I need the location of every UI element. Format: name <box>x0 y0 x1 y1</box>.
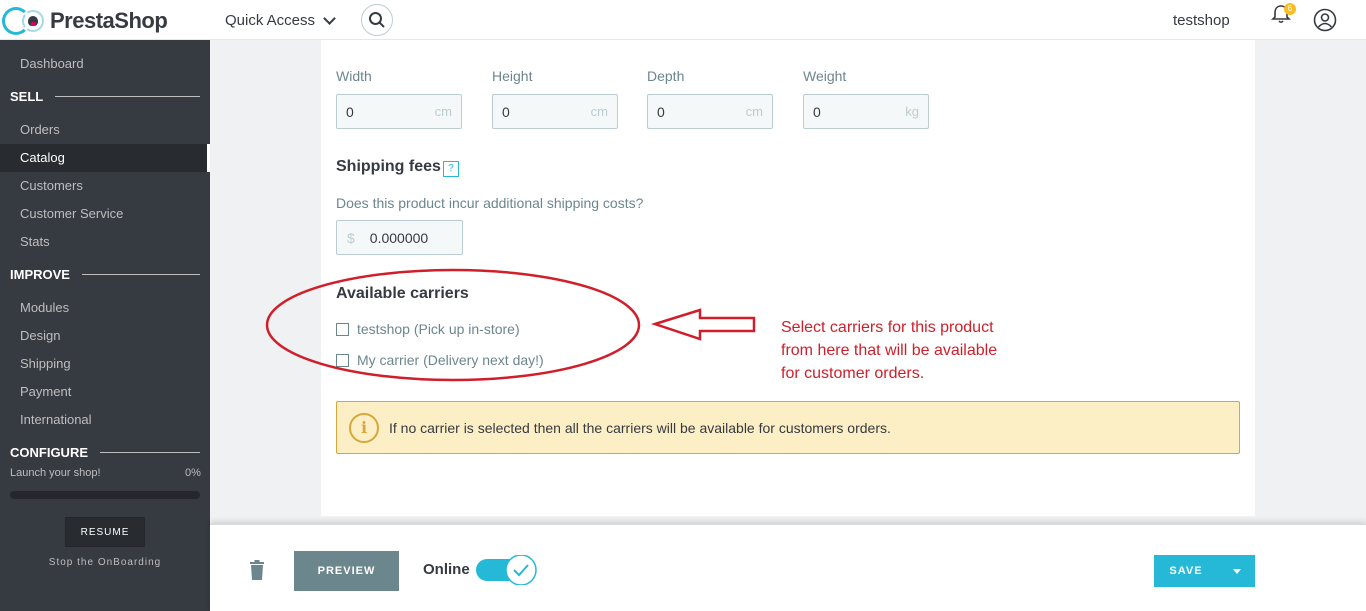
carrier-checkbox[interactable] <box>336 353 349 367</box>
currency-symbol: $ <box>347 229 355 246</box>
weight-input[interactable]: 0 kg <box>803 94 929 129</box>
sidebar-item-customers[interactable]: Customers <box>0 172 210 200</box>
section-label: CONFIGURE <box>10 445 88 460</box>
sidebar-item-design[interactable]: Design <box>0 322 210 350</box>
annotation-line: from here that will be available <box>781 342 998 359</box>
height-unit: cm <box>590 104 608 119</box>
prestashop-logo[interactable]: PrestaShop <box>0 6 168 36</box>
onboarding-progress-text: 0% <box>185 467 201 479</box>
preview-button[interactable]: PREVIEW <box>294 551 399 591</box>
sidebar-item-international[interactable]: International <box>0 406 210 434</box>
quick-access-dropdown[interactable]: Quick Access <box>225 11 336 29</box>
onboarding-progress-bar <box>10 491 200 499</box>
weight-label: Weight <box>803 68 847 84</box>
logo-ring-icon <box>2 7 30 35</box>
sidebar-section-improve: IMPROVE <box>10 267 200 282</box>
section-divider <box>55 96 200 97</box>
help-icon[interactable]: ? <box>443 161 459 177</box>
shipping-fees-title: Shipping fees <box>336 158 441 175</box>
trash-icon[interactable] <box>249 560 265 580</box>
save-button[interactable]: SAVE <box>1154 555 1255 587</box>
sidebar-item-dashboard[interactable]: Dashboard <box>0 50 210 78</box>
sidebar-section-sell: SELL <box>10 89 200 104</box>
online-toggle[interactable] <box>476 555 538 585</box>
height-label: Height <box>492 68 533 84</box>
annotation-text: Select carriers for this product from he… <box>781 316 997 385</box>
width-unit: cm <box>434 104 452 119</box>
caret-down-icon <box>1232 568 1241 574</box>
section-label: SELL <box>10 89 44 104</box>
search-button[interactable] <box>361 4 393 36</box>
notification-badge: 6 <box>1284 3 1296 15</box>
width-value: 0 <box>346 103 354 120</box>
resume-button[interactable]: RESUME <box>65 517 145 547</box>
sidebar-item-customer-service[interactable]: Customer Service <box>0 200 210 228</box>
weight-unit: kg <box>905 104 919 119</box>
carrier-option-my-carrier[interactable]: My carrier (Delivery next day!) <box>336 352 544 368</box>
alert-text: If no carrier is selected then all the c… <box>389 419 891 436</box>
info-icon: i <box>349 412 379 443</box>
stop-onboarding-link[interactable]: Stop the OnBoarding <box>0 557 210 568</box>
save-label: SAVE <box>1169 565 1203 577</box>
shipping-cost-question: Does this product incur additional shipp… <box>336 195 644 211</box>
sidebar-section-configure: CONFIGURE <box>10 445 200 460</box>
top-header: PrestaShop Quick Access testshop 6 <box>0 0 1366 40</box>
carrier-option-testshop[interactable]: testshop (Pick up in-store) <box>336 321 520 337</box>
sidebar-item-stats[interactable]: Stats <box>0 228 210 256</box>
height-input[interactable]: 0 cm <box>492 94 618 129</box>
annotation-line: Select carriers for this product <box>781 319 994 336</box>
depth-label: Depth <box>647 68 685 84</box>
annotation-line: for customer orders. <box>781 365 925 382</box>
section-label: IMPROVE <box>10 267 70 282</box>
user-icon[interactable] <box>1313 8 1337 32</box>
save-dropdown-toggle[interactable] <box>1218 555 1255 587</box>
chevron-down-icon <box>323 11 336 25</box>
height-value: 0 <box>502 103 510 120</box>
onboarding-label: Launch your shop! <box>10 467 101 479</box>
depth-input[interactable]: 0 cm <box>647 94 773 129</box>
sidebar-item-orders[interactable]: Orders <box>0 116 210 144</box>
quick-access-label: Quick Access <box>225 12 316 29</box>
shipping-fee-value: 0.000000 <box>369 229 429 246</box>
sidebar-item-shipping[interactable]: Shipping <box>0 350 210 378</box>
sidebar-item-payment[interactable]: Payment <box>0 378 210 406</box>
sidebar-nav: Dashboard SELL Orders Catalog Customers … <box>0 40 210 611</box>
section-divider <box>81 274 200 275</box>
logo-text: PrestaShop <box>50 8 168 33</box>
width-label: Width <box>336 68 372 84</box>
available-carriers-title: Available carriers <box>336 285 469 302</box>
online-label: Online <box>423 561 470 578</box>
sidebar-item-catalog[interactable]: Catalog <box>0 144 210 172</box>
carrier-checkbox[interactable] <box>336 322 349 336</box>
search-icon <box>369 12 385 28</box>
depth-value: 0 <box>657 103 665 120</box>
section-divider <box>100 452 200 453</box>
sidebar-item-modules[interactable]: Modules <box>0 294 210 322</box>
shipping-fee-input[interactable]: $ 0.000000 <box>336 220 463 255</box>
carrier-label: My carrier (Delivery next day!) <box>357 352 544 368</box>
carrier-warning-alert: i If no carrier is selected then all the… <box>336 401 1240 454</box>
depth-unit: cm <box>745 104 763 119</box>
weight-value: 0 <box>813 103 821 120</box>
product-footer-toolbar: PREVIEW Online SAVE <box>210 524 1366 611</box>
carrier-label: testshop (Pick up in-store) <box>357 321 520 337</box>
width-input[interactable]: 0 cm <box>336 94 462 129</box>
shop-name-link[interactable]: testshop <box>1173 12 1230 29</box>
